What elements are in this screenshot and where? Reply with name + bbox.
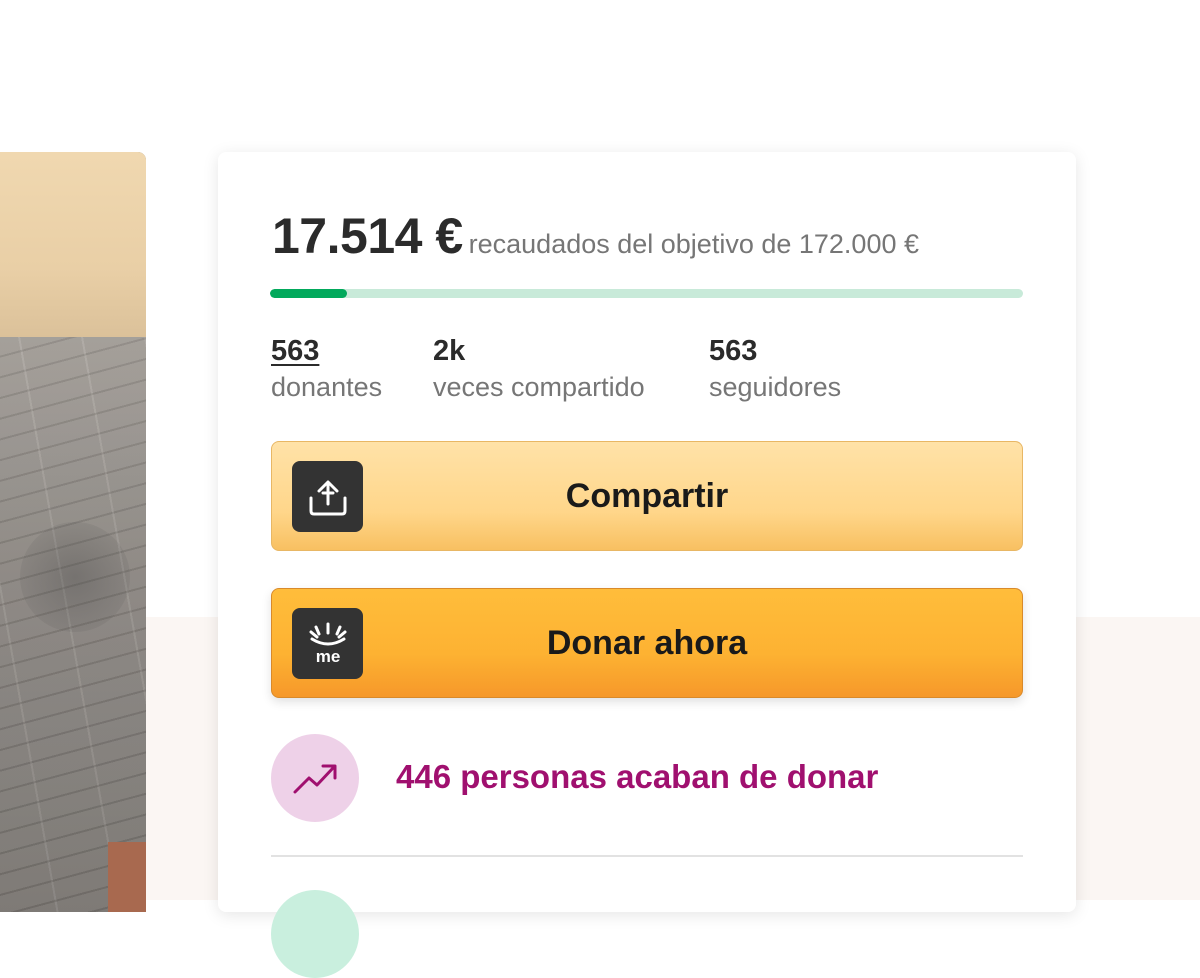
stat-donors[interactable]: 563 donantes bbox=[271, 332, 382, 404]
progress-bar-fill bbox=[270, 289, 347, 298]
divider bbox=[271, 855, 1023, 857]
recent-donations-activity: 446 personas acaban de donar bbox=[271, 734, 1023, 824]
gofundme-logo-icon: me bbox=[292, 608, 363, 679]
stat-followers: 563 seguidores bbox=[709, 332, 841, 404]
donation-card: 17.514 € recaudados del objetivo de 172.0… bbox=[218, 152, 1076, 978]
stat-shares-value: 2k bbox=[433, 335, 466, 367]
progress-bar bbox=[270, 289, 1023, 298]
photo-brick bbox=[108, 842, 146, 912]
stat-shares: 2k veces compartido bbox=[433, 332, 645, 404]
photo-shadow bbox=[20, 522, 130, 632]
campaign-photo bbox=[0, 152, 146, 912]
amount-row: 17.514 € recaudados del objetivo de 172.0… bbox=[272, 207, 919, 265]
trending-up-icon bbox=[271, 734, 359, 822]
share-upload-icon bbox=[292, 461, 363, 532]
svg-text:me: me bbox=[315, 647, 340, 666]
recent-donations-text: 446 personas acaban de donar bbox=[396, 758, 879, 795]
photo-wall bbox=[0, 152, 146, 347]
donate-button[interactable]: me Donar ahora bbox=[271, 588, 1023, 698]
stat-shares-label: veces compartido bbox=[433, 372, 645, 402]
stat-donors-value[interactable]: 563 bbox=[271, 332, 382, 370]
share-button[interactable]: Compartir bbox=[271, 441, 1023, 551]
donate-button-label: Donar ahora bbox=[546, 623, 748, 662]
goal-text: recaudados del objetivo de 172.000 € bbox=[468, 229, 919, 259]
share-button-label: Compartir bbox=[565, 476, 729, 515]
raised-amount: 17.514 € bbox=[272, 208, 463, 264]
next-activity-icon bbox=[271, 890, 359, 978]
stat-followers-value: 563 bbox=[709, 335, 758, 367]
stat-donors-label: donantes bbox=[271, 372, 383, 402]
stat-followers-label: seguidores bbox=[709, 372, 842, 402]
